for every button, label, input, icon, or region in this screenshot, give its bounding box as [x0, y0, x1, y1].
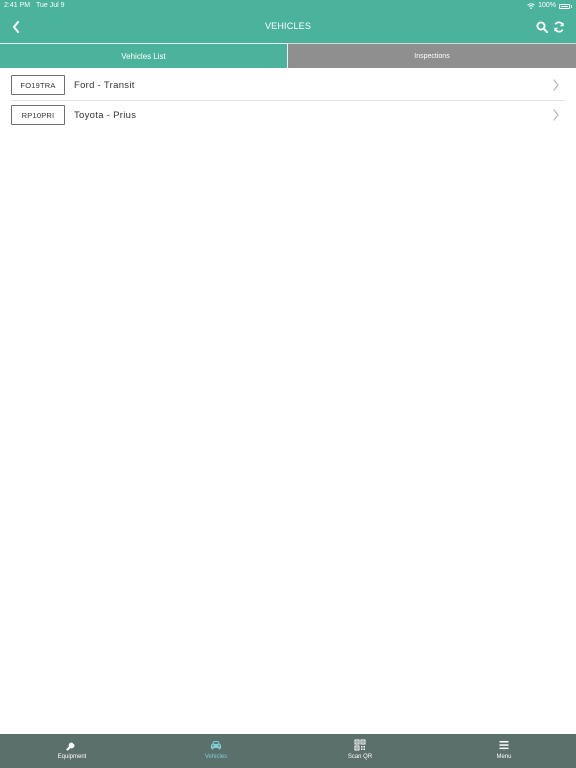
tabbar-label: Equipment	[57, 754, 87, 760]
bottom-tab-bar: Equipment Vehicles Scan QR Menu	[0, 734, 576, 768]
segment-tabs: Vehicles List Inspections	[0, 43, 576, 68]
wifi-icon	[527, 3, 535, 9]
tabbar-item-menu[interactable]: Menu	[432, 734, 576, 768]
car-icon	[211, 741, 221, 750]
status-time: 2:41 PM	[4, 2, 31, 9]
tabbar-label: Menu	[496, 754, 512, 760]
tabbar-item-equipment[interactable]: Equipment	[0, 734, 144, 768]
chevron-right-icon	[553, 79, 559, 91]
refresh-button[interactable]	[551, 19, 567, 35]
wrench-icon	[66, 741, 76, 751]
tab-vehicles-list[interactable]: Vehicles List	[0, 43, 288, 68]
tabbar-item-scan-qr[interactable]: Scan QR	[288, 734, 432, 768]
battery-tip	[571, 4, 572, 8]
vehicle-row-toyota-prius[interactable]: RP10PRI Toyota - Prius	[0, 100, 576, 130]
battery-icon	[559, 3, 570, 9]
status-date: Tue Jul 9	[36, 2, 65, 9]
navigation-bar: VEHICLES	[0, 12, 576, 43]
refresh-icon	[554, 21, 564, 33]
vehicle-list: FO19TRA Ford - Transit RP10PRI Toyota - …	[0, 70, 576, 130]
battery-percent: 100%	[538, 2, 556, 9]
vehicle-name: Ford - Transit	[74, 80, 135, 91]
page-title: VEHICLES	[264, 21, 312, 31]
qr-icon	[354, 739, 366, 751]
chevron-right-icon	[553, 109, 559, 121]
status-bar: 2:41 PM Tue Jul 9 100%	[0, 0, 576, 12]
status-right: 100%	[527, 0, 572, 12]
search-icon	[536, 21, 548, 33]
search-button[interactable]	[534, 19, 550, 35]
license-plate-badge: FO19TRA	[11, 75, 65, 95]
tabbar-item-vehicles[interactable]: Vehicles	[144, 734, 288, 768]
tabbar-label: Scan QR	[347, 754, 373, 760]
license-plate-badge: RP10PRI	[11, 105, 65, 125]
vehicle-name: Toyota - Prius	[74, 110, 137, 121]
tabbar-label: Vehicles	[204, 754, 228, 760]
menu-icon	[499, 741, 509, 750]
tab-inspections[interactable]: Inspections	[288, 43, 576, 68]
vehicle-row-ford-transit[interactable]: FO19TRA Ford - Transit	[0, 70, 576, 101]
